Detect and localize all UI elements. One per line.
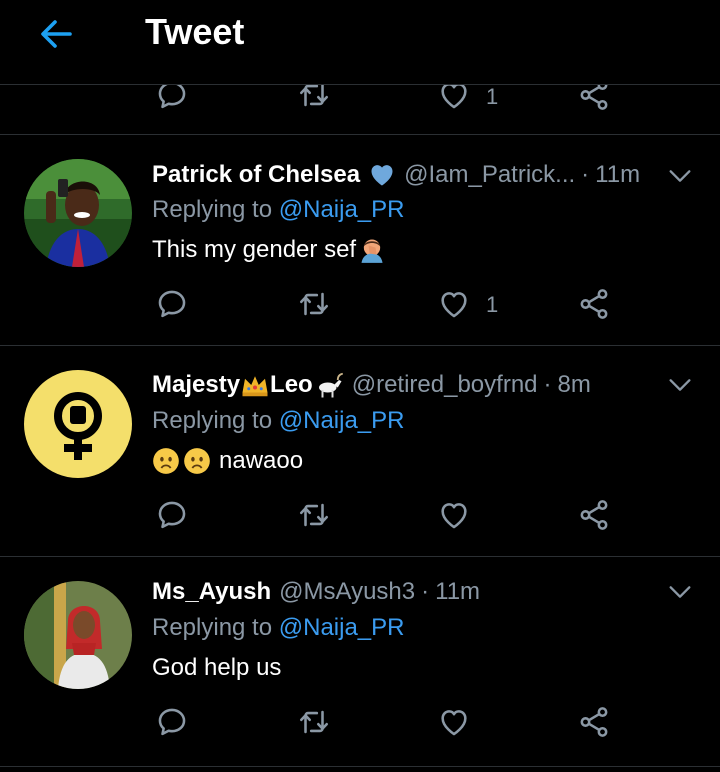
share-icon bbox=[577, 705, 611, 739]
share-button[interactable] bbox=[574, 495, 614, 535]
like-count: 1 bbox=[486, 85, 499, 109]
retweet-button[interactable] bbox=[294, 702, 334, 742]
blue-heart-emoji bbox=[371, 165, 393, 186]
tweet-header: Ms_Ayush @MsAyush3 · 11m bbox=[152, 575, 480, 609]
tweet-text-content: This my gender sef bbox=[152, 236, 357, 263]
retweet-icon bbox=[297, 85, 331, 112]
arrow-left-icon bbox=[41, 20, 72, 48]
retweet-button[interactable] bbox=[294, 85, 334, 115]
back-button[interactable] bbox=[36, 14, 76, 54]
tweet-text: This my gender sef bbox=[152, 233, 386, 267]
replying-to-label: Replying to bbox=[152, 614, 279, 641]
like-icon bbox=[437, 85, 471, 112]
tweet-header: Majesty Leo @retired_boyfrnd · 8m bbox=[152, 368, 591, 402]
display-name[interactable]: Patrick of Chelsea bbox=[152, 158, 360, 192]
like-button[interactable] bbox=[434, 284, 474, 324]
crown-emoji bbox=[242, 376, 268, 397]
page-title: Tweet bbox=[145, 11, 245, 52]
display-name-part-2[interactable]: Leo bbox=[270, 368, 313, 402]
like-count: 1 bbox=[486, 292, 499, 317]
reply-icon bbox=[155, 705, 189, 739]
tweet-text: nawaoo bbox=[152, 444, 303, 478]
share-button[interactable] bbox=[574, 284, 614, 324]
top-app-bar: Tweet bbox=[0, 0, 720, 84]
like-button[interactable] bbox=[434, 702, 474, 742]
avatar-image bbox=[24, 370, 132, 478]
tweet-text-content: nawaoo bbox=[219, 447, 304, 474]
replying-to-label: Replying to bbox=[152, 196, 279, 223]
reply-button[interactable] bbox=[152, 284, 192, 324]
worried-face-emoji bbox=[153, 448, 179, 474]
like-button[interactable] bbox=[434, 495, 474, 535]
chevron-down-icon[interactable] bbox=[666, 162, 694, 190]
like-icon bbox=[437, 705, 471, 739]
reply-button[interactable] bbox=[152, 495, 192, 535]
retweet-icon bbox=[297, 287, 331, 321]
reply-button[interactable] bbox=[152, 85, 192, 115]
user-handle[interactable]: @Iam_Patrick... bbox=[404, 158, 575, 192]
separator-dot: · bbox=[581, 161, 590, 188]
avatar-image bbox=[24, 159, 132, 267]
share-icon bbox=[577, 287, 611, 321]
share-button[interactable] bbox=[574, 85, 614, 115]
tweet-item[interactable]: Majesty Leo @retired_boyfrnd · 8m Replyi… bbox=[0, 345, 720, 556]
share-button[interactable] bbox=[574, 702, 614, 742]
timestamp[interactable]: 11m bbox=[595, 158, 640, 192]
avatar[interactable] bbox=[24, 581, 132, 689]
like-icon bbox=[437, 287, 471, 321]
avatar[interactable] bbox=[24, 370, 132, 478]
goat-emoji bbox=[318, 372, 343, 398]
tweet-item[interactable]: Patrick of Chelsea @Iam_Patrick... · 11m… bbox=[0, 134, 720, 345]
chevron-down-icon[interactable] bbox=[666, 371, 694, 399]
reply-icon bbox=[155, 85, 189, 112]
avatar-image bbox=[24, 581, 132, 689]
partial-action-bar: 1 bbox=[0, 85, 720, 125]
replying-to-mention[interactable]: @Naija_PR bbox=[279, 407, 405, 434]
tweet-header: Patrick of Chelsea @Iam_Patrick... · 11m bbox=[152, 158, 640, 192]
chevron-down-icon[interactable] bbox=[666, 578, 694, 606]
replying-to-label: Replying to bbox=[152, 407, 279, 434]
retweet-button[interactable] bbox=[294, 495, 334, 535]
retweet-icon bbox=[297, 705, 331, 739]
user-handle[interactable]: @MsAyush3 bbox=[279, 575, 415, 609]
tweet-item[interactable]: Ms_Ayush @MsAyush3 · 11m Replying to @Na… bbox=[0, 556, 720, 772]
facepalm-emoji bbox=[361, 239, 383, 263]
tweet-divider bbox=[0, 766, 720, 767]
retweet-icon bbox=[297, 498, 331, 532]
avatar[interactable] bbox=[24, 159, 132, 267]
like-icon bbox=[437, 498, 471, 532]
display-name[interactable]: Ms_Ayush bbox=[152, 575, 271, 609]
reply-button[interactable] bbox=[152, 702, 192, 742]
replying-to-mention[interactable]: @Naija_PR bbox=[279, 614, 405, 641]
share-icon bbox=[577, 85, 611, 112]
replying-to-line: Replying to @Naija_PR bbox=[152, 404, 405, 438]
reply-icon bbox=[155, 287, 189, 321]
like-button[interactable] bbox=[434, 85, 474, 115]
user-handle[interactable]: @retired_boyfrnd bbox=[352, 368, 538, 402]
timestamp[interactable]: 8m bbox=[558, 368, 591, 402]
replying-to-line: Replying to @Naija_PR bbox=[152, 193, 405, 227]
timestamp[interactable]: 11m bbox=[435, 575, 480, 609]
reply-icon bbox=[155, 498, 189, 532]
separator-dot: · bbox=[543, 371, 552, 398]
retweet-button[interactable] bbox=[294, 284, 334, 324]
tweet-text: God help us bbox=[152, 651, 281, 685]
replying-to-line: Replying to @Naija_PR bbox=[152, 611, 405, 645]
worried-face-emoji bbox=[184, 448, 210, 474]
share-icon bbox=[577, 498, 611, 532]
tweet-text-content: God help us bbox=[152, 654, 282, 681]
separator-dot: · bbox=[421, 578, 430, 605]
display-name-part-1[interactable]: Majesty bbox=[152, 368, 240, 402]
replying-to-mention[interactable]: @Naija_PR bbox=[279, 196, 405, 223]
